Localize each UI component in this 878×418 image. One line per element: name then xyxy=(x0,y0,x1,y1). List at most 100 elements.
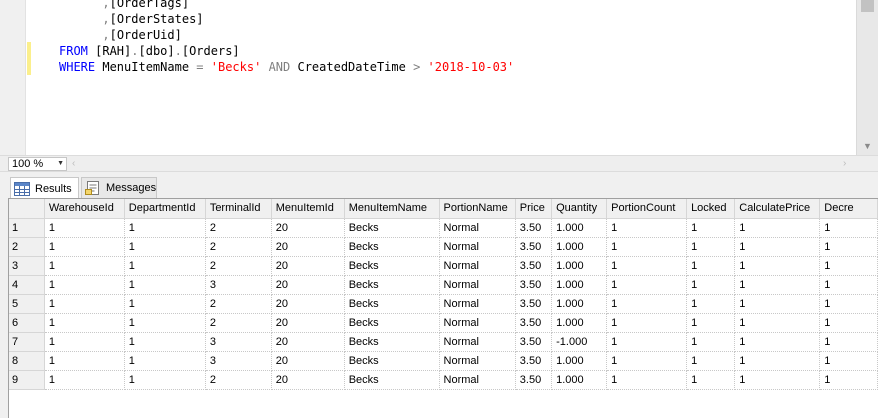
table-cell[interactable]: Becks xyxy=(344,256,440,276)
table-cell[interactable]: 1 xyxy=(44,294,125,314)
table-cell[interactable]: 20 xyxy=(271,275,345,295)
column-header[interactable]: PortionCount xyxy=(606,199,688,219)
table-cell[interactable]: 1 xyxy=(686,351,736,371)
row-number[interactable]: 2 xyxy=(9,237,45,257)
table-cell[interactable]: 20 xyxy=(271,370,345,390)
editor-scroll-thumb[interactable] xyxy=(861,0,874,12)
column-header[interactable]: Quantity xyxy=(551,199,608,219)
table-cell[interactable]: 3.50 xyxy=(515,313,553,333)
table-cell[interactable]: Normal xyxy=(439,370,516,390)
table-cell[interactable]: 20 xyxy=(271,351,345,371)
table-cell[interactable]: 1 xyxy=(734,275,821,295)
table-cell[interactable]: 1 xyxy=(686,256,736,276)
table-cell[interactable]: 1 xyxy=(606,218,688,238)
column-header[interactable]: Decre xyxy=(819,199,878,219)
table-cell[interactable]: 1 xyxy=(44,351,125,371)
table-cell[interactable]: Becks xyxy=(344,313,440,333)
table-cell[interactable]: 1 xyxy=(124,218,206,238)
editor-vertical-scrollbar[interactable]: ▼ xyxy=(856,0,878,155)
table-row[interactable]: 5 1 1 2 20 Becks Normal 3.50 1.000 1 1 1 1 xyxy=(9,294,878,314)
table-cell[interactable]: Normal xyxy=(439,275,516,295)
table-cell[interactable]: 20 xyxy=(271,294,345,314)
column-header[interactable]: PortionName xyxy=(439,199,516,219)
table-row[interactable]: 6 1 1 2 20 Becks Normal 3.50 1.000 1 1 1 1 xyxy=(9,313,878,333)
table-cell[interactable]: 2 xyxy=(205,237,272,257)
column-header[interactable]: WarehouseId xyxy=(44,199,125,219)
table-cell[interactable]: 1 xyxy=(734,313,821,333)
results-grid[interactable]: WarehouseId DepartmentId TerminalId MenuIte… xyxy=(8,198,878,418)
table-cell[interactable]: 2 xyxy=(205,256,272,276)
table-cell[interactable]: Normal xyxy=(439,332,516,352)
table-cell[interactable]: Becks xyxy=(344,294,440,314)
table-cell[interactable]: 1 xyxy=(819,370,878,390)
table-cell[interactable]: Normal xyxy=(439,351,516,371)
table-cell[interactable]: 1 xyxy=(686,275,736,295)
table-row[interactable]: 4 1 1 3 20 Becks Normal 3.50 1.000 1 1 1 1 xyxy=(9,275,878,295)
table-cell[interactable]: Becks xyxy=(344,351,440,371)
table-cell[interactable]: 1.000 xyxy=(551,256,608,276)
table-cell[interactable]: 1 xyxy=(734,218,821,238)
column-header[interactable]: MenuItemId xyxy=(271,199,345,219)
row-number[interactable]: 4 xyxy=(9,275,45,295)
table-cell[interactable]: Becks xyxy=(344,275,440,295)
table-cell[interactable]: 20 xyxy=(271,332,345,352)
table-cell[interactable]: 20 xyxy=(271,256,345,276)
table-cell[interactable]: 1 xyxy=(819,256,878,276)
table-cell[interactable]: 1.000 xyxy=(551,351,608,371)
table-cell[interactable]: 1 xyxy=(819,294,878,314)
table-cell[interactable]: 1 xyxy=(44,275,125,295)
table-cell[interactable]: 1 xyxy=(606,332,688,352)
table-cell[interactable]: 1 xyxy=(124,294,206,314)
column-header[interactable]: Locked xyxy=(686,199,736,219)
table-cell[interactable]: 3.50 xyxy=(515,351,553,371)
table-cell[interactable]: 3.50 xyxy=(515,256,553,276)
table-cell[interactable]: 1 xyxy=(606,237,688,257)
table-cell[interactable]: Normal xyxy=(439,294,516,314)
table-cell[interactable]: 20 xyxy=(271,313,345,333)
table-cell[interactable]: 1 xyxy=(686,294,736,314)
table-cell[interactable]: 1 xyxy=(686,332,736,352)
column-header[interactable]: Price xyxy=(515,199,553,219)
table-cell[interactable]: 2 xyxy=(205,294,272,314)
zoom-dropdown[interactable]: 100 % ▼ xyxy=(8,157,67,171)
table-cell[interactable]: 1 xyxy=(819,218,878,238)
table-cell[interactable]: 3 xyxy=(205,332,272,352)
column-header[interactable]: TerminalId xyxy=(205,199,272,219)
scroll-down-arrow-icon[interactable]: ▼ xyxy=(863,141,872,151)
table-cell[interactable]: 3.50 xyxy=(515,237,553,257)
table-cell[interactable]: Normal xyxy=(439,313,516,333)
row-number[interactable]: 8 xyxy=(9,351,45,371)
table-cell[interactable]: 1 xyxy=(686,313,736,333)
table-cell[interactable]: 1 xyxy=(734,332,821,352)
table-cell[interactable]: 1 xyxy=(734,370,821,390)
table-cell[interactable]: 3 xyxy=(205,351,272,371)
table-cell[interactable]: 1.000 xyxy=(551,370,608,390)
table-cell[interactable]: Normal xyxy=(439,256,516,276)
row-number[interactable]: 5 xyxy=(9,294,45,314)
table-cell[interactable]: 1 xyxy=(124,351,206,371)
table-cell[interactable]: 1 xyxy=(44,256,125,276)
table-cell[interactable]: 1 xyxy=(606,275,688,295)
table-cell[interactable]: 1.000 xyxy=(551,294,608,314)
table-cell[interactable]: 1 xyxy=(44,370,125,390)
table-cell[interactable]: 3.50 xyxy=(515,294,553,314)
table-cell[interactable]: 1 xyxy=(44,332,125,352)
table-cell[interactable]: 1 xyxy=(686,218,736,238)
table-cell[interactable]: 1 xyxy=(124,275,206,295)
table-cell[interactable]: 1 xyxy=(124,370,206,390)
table-cell[interactable]: 1 xyxy=(606,256,688,276)
table-cell[interactable]: 1 xyxy=(819,313,878,333)
table-cell[interactable]: 1 xyxy=(734,294,821,314)
table-cell[interactable]: 3.50 xyxy=(515,275,553,295)
scroll-right-arrow-icon[interactable]: › xyxy=(843,157,846,171)
table-cell[interactable]: -1.000 xyxy=(551,332,608,352)
table-cell[interactable]: 1 xyxy=(819,351,878,371)
column-header[interactable]: CalculatePrice xyxy=(734,199,821,219)
table-cell[interactable]: 1 xyxy=(606,351,688,371)
table-cell[interactable]: 1 xyxy=(734,351,821,371)
table-cell[interactable]: Becks xyxy=(344,332,440,352)
table-cell[interactable]: 1.000 xyxy=(551,218,608,238)
table-cell[interactable]: 1 xyxy=(819,237,878,257)
table-cell[interactable]: 1 xyxy=(819,275,878,295)
table-cell[interactable]: 20 xyxy=(271,237,345,257)
